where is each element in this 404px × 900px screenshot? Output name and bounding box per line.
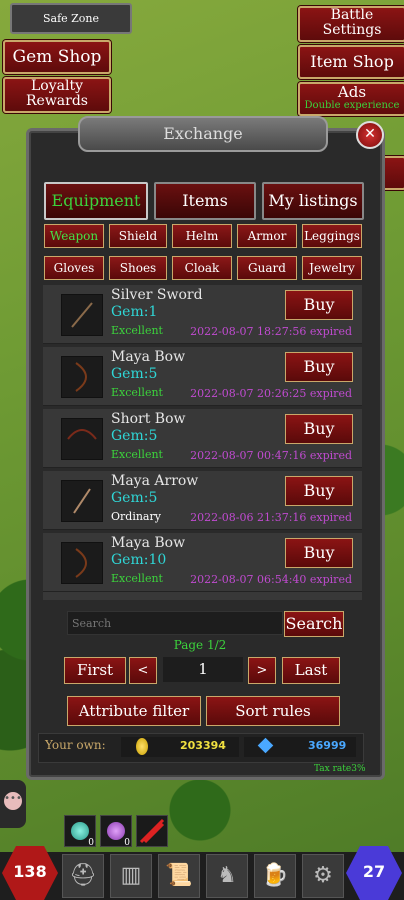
listing-row: Maya Bow Gem:10 Excellent 2022-08-07 06:… <box>43 533 362 592</box>
gear-icon[interactable]: ⚙ <box>302 854 344 898</box>
ads-subtitle: Double experience <box>304 100 400 111</box>
item-price: Gem:1 <box>111 304 158 320</box>
buy-button[interactable]: Buy <box>285 414 353 444</box>
close-icon[interactable]: ✕ <box>356 121 384 149</box>
safe-zone-label: Safe Zone <box>10 3 132 34</box>
item-quality: Excellent <box>111 448 163 461</box>
item-name: Maya Bow <box>111 349 186 365</box>
listing-row: Short Bow Gem:5 Excellent 2022-08-07 00:… <box>43 409 362 468</box>
mana-level: 27 <box>362 862 386 881</box>
category-jewelry[interactable]: Jewelry <box>302 256 362 280</box>
item-price: Gem:5 <box>111 490 158 506</box>
skill-slot[interactable] <box>136 815 168 847</box>
gold-amount: 203394 <box>180 739 226 752</box>
tab-my-listings[interactable]: My listings <box>262 182 364 220</box>
category-weapon[interactable]: Weapon <box>44 224 104 248</box>
next-page-button[interactable]: > <box>248 657 276 684</box>
listing-row: Maya Arrow Gem:5 Ordinary 2022-08-06 21:… <box>43 471 362 530</box>
item-quality: Excellent <box>111 572 163 585</box>
item-expiry: 2022-08-06 21:37:16 expired <box>190 511 352 524</box>
sword-icon <box>61 294 103 336</box>
item-name: Maya Bow <box>111 535 186 551</box>
health-level: 138 <box>13 862 47 881</box>
ads-label: Ads <box>337 83 367 101</box>
scroll-icon[interactable]: 📜 <box>158 854 200 898</box>
tab-equipment[interactable]: Equipment <box>44 182 148 220</box>
last-page-button[interactable]: Last <box>282 657 340 684</box>
sort-rules-button[interactable]: Sort rules <box>206 696 340 726</box>
chat-icon: ••• <box>4 792 22 810</box>
gem-amount: 36999 <box>308 739 347 752</box>
item-shop-label: Item Shop <box>310 52 394 71</box>
first-page-button[interactable]: First <box>64 657 126 684</box>
page-indicator: Page 1/2 <box>173 638 227 652</box>
buy-button[interactable]: Buy <box>285 476 353 506</box>
gold-coin-icon <box>136 738 148 755</box>
listing-row: Silver Sword Gem:1 Excellent 2022-08-07 … <box>43 285 362 344</box>
helmet-icon[interactable]: ⛑ <box>62 854 104 898</box>
item-expiry: 2022-08-07 00:47:16 expired <box>190 449 352 462</box>
listing-overflow <box>43 592 362 600</box>
purple-potion-icon <box>107 822 125 840</box>
category-armor[interactable]: Armor <box>237 224 297 248</box>
category-shoes[interactable]: Shoes <box>109 256 167 280</box>
category-cloak[interactable]: Cloak <box>172 256 232 280</box>
potion-count: 0 <box>88 838 94 848</box>
item-quality: Ordinary <box>111 510 161 523</box>
buy-button[interactable]: Buy <box>285 538 353 568</box>
prev-page-button[interactable]: < <box>129 657 157 684</box>
gem-shop-button[interactable]: Gem Shop <box>3 40 111 74</box>
tab-items[interactable]: Items <box>154 182 256 220</box>
teal-potion-icon <box>71 822 89 840</box>
item-quality: Excellent <box>111 324 163 337</box>
item-quality: Excellent <box>111 386 163 399</box>
battle-settings-button[interactable]: Battle Settings <box>298 6 404 42</box>
item-price: Gem:5 <box>111 428 158 444</box>
category-helm[interactable]: Helm <box>172 224 232 248</box>
category-leggings[interactable]: Leggings <box>302 224 362 248</box>
arrow-icon <box>61 480 103 522</box>
exchange-title: Exchange <box>78 116 328 152</box>
category-guard[interactable]: Guard <box>237 256 297 280</box>
listing-row: Maya Bow Gem:5 Excellent 2022-08-07 20:2… <box>43 347 362 406</box>
buy-button[interactable]: Buy <box>285 290 353 320</box>
tax-rate: Tax rate3% <box>314 764 366 774</box>
item-name: Maya Arrow <box>111 473 199 489</box>
item-expiry: 2022-08-07 18:27:56 expired <box>190 325 352 338</box>
loyalty-rewards-button[interactable]: Loyalty Rewards <box>3 77 111 113</box>
item-name: Short Bow <box>111 411 186 427</box>
armor-icon[interactable]: ▥ <box>110 854 152 898</box>
bow-icon <box>61 418 103 460</box>
knight-icon[interactable]: ♞ <box>206 854 248 898</box>
mug-icon[interactable]: 🍺 <box>254 854 296 898</box>
category-shield[interactable]: Shield <box>109 224 167 248</box>
attribute-filter-button[interactable]: Attribute filter <box>67 696 201 726</box>
page-number-field[interactable]: 1 <box>163 657 243 682</box>
potion-count: 0 <box>124 838 130 848</box>
bow-icon <box>61 356 103 398</box>
buy-button[interactable]: Buy <box>285 352 353 382</box>
search-input[interactable] <box>67 611 283 635</box>
slash-skill-icon <box>139 818 165 844</box>
potion-slot[interactable]: 0 <box>100 815 132 848</box>
bow-icon <box>61 542 103 584</box>
search-button[interactable]: Search <box>284 611 344 637</box>
potion-slot[interactable]: 0 <box>64 815 96 848</box>
ads-button[interactable]: Ads Double experience <box>298 82 404 116</box>
item-price: Gem:10 <box>111 552 167 568</box>
item-price: Gem:5 <box>111 366 158 382</box>
item-expiry: 2022-08-07 06:54:40 expired <box>190 573 352 586</box>
chat-tab[interactable]: ••• <box>0 780 26 828</box>
item-expiry: 2022-08-07 20:26:25 expired <box>190 387 352 400</box>
item-shop-button[interactable]: Item Shop <box>298 45 404 79</box>
your-own-label: Your own: <box>45 738 106 752</box>
item-name: Silver Sword <box>111 287 203 303</box>
category-gloves[interactable]: Gloves <box>44 256 104 280</box>
